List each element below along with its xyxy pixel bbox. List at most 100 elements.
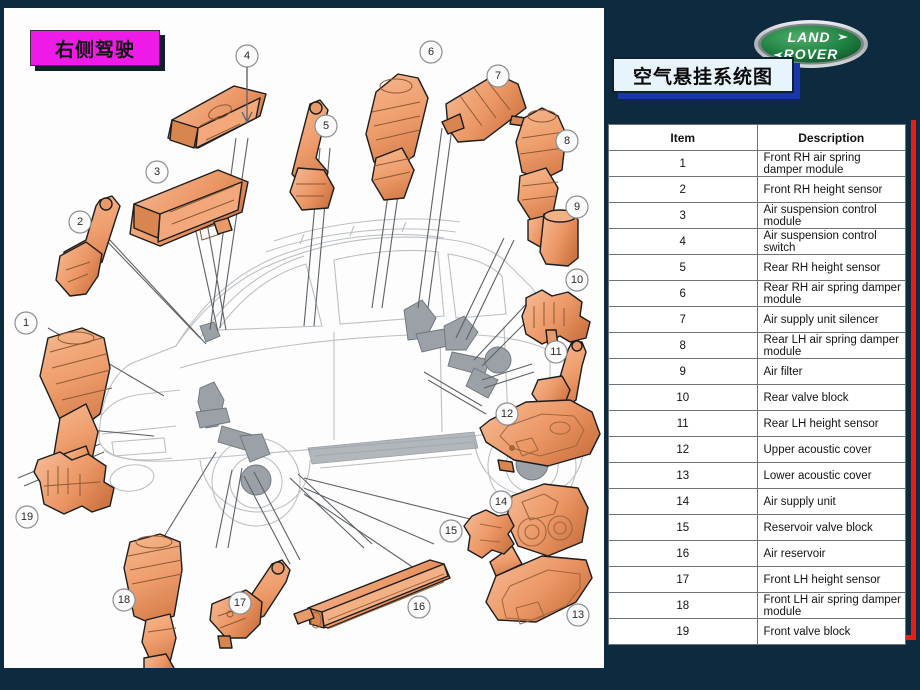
callout-6: 6 [419, 40, 443, 64]
cell-description: Front LH air spring damper module [756, 592, 906, 619]
table-row: 18 Front LH air spring damper module [608, 592, 906, 619]
table-row: 19 Front valve block [608, 618, 906, 645]
parts-table: Item Description 1 Front RH air spring da… [608, 124, 906, 645]
cell-description: Air reservoir [756, 540, 906, 567]
svg-text:9: 9 [574, 201, 580, 213]
cell-item-number: 18 [608, 592, 758, 619]
cell-description: Air suspension control module [756, 202, 906, 229]
table-row: 16 Air reservoir [608, 540, 906, 567]
right-hand-drive-badge: 右侧驾驶 [30, 30, 160, 66]
table-row: 2 Front RH height sensor [608, 176, 906, 203]
cell-item-number: 2 [608, 176, 758, 203]
part-16-air-reservoir [293, 559, 451, 629]
table-header-row: Item Description [608, 124, 906, 151]
column-header-item: Item [608, 124, 758, 151]
svg-text:4: 4 [244, 50, 250, 62]
cell-description: Air supply unit silencer [756, 306, 906, 333]
cell-item-number: 15 [608, 514, 758, 541]
callout-8: 8 [555, 129, 579, 153]
cell-description: Reservoir valve block [756, 514, 906, 541]
table-row: 6 Rear RH air spring damper module [608, 280, 906, 307]
column-header-description: Description [756, 124, 906, 151]
svg-text:7: 7 [495, 70, 501, 82]
exploded-view-diagram: 1 2 3 4 5 6 7 8 9 10 11 12 13 14 15 16 1… [14, 40, 601, 668]
svg-text:19: 19 [21, 511, 33, 523]
table-row: 15 Reservoir valve block [608, 514, 906, 541]
part-9-air-filter [539, 209, 579, 267]
table-row: 4 Air suspension control switch [608, 228, 906, 255]
part-19-front-valve-block [33, 451, 115, 515]
cell-item-number: 13 [608, 462, 758, 489]
table-row: 12 Upper acoustic cover [608, 436, 906, 463]
table-row: 5 Rear RH height sensor [608, 254, 906, 281]
cell-description: Air suspension control switch [756, 228, 906, 255]
parts-group [33, 73, 601, 668]
table-row: 17 Front LH height sensor [608, 566, 906, 593]
svg-text:3: 3 [154, 166, 160, 178]
part-7-air-supply-unit-silencer [441, 73, 527, 143]
parts-table-container: Item Description 1 Front RH air spring da… [608, 124, 906, 645]
cell-description: Front LH height sensor [756, 566, 906, 593]
callout-18: 18 [112, 588, 136, 612]
svg-text:1: 1 [23, 317, 29, 329]
cell-description: Front RH height sensor [756, 176, 906, 203]
cell-description: Front valve block [756, 618, 906, 645]
svg-text:12: 12 [501, 408, 513, 420]
cell-description: Rear RH air spring damper module [756, 280, 906, 307]
cell-description: Upper acoustic cover [756, 436, 906, 463]
slide-root: 1 2 3 4 5 6 7 8 9 10 11 12 13 14 15 16 1… [0, 0, 920, 690]
part-10-rear-valve-block [521, 289, 591, 349]
parts-table-body: 1 Front RH air spring damper module 2 Front… [608, 150, 906, 645]
callout-14: 14 [489, 490, 513, 514]
air-suspension-diagram-panel: 1 2 3 4 5 6 7 8 9 10 11 12 13 14 15 16 1… [4, 8, 604, 668]
svg-text:11: 11 [550, 346, 561, 358]
svg-text:18: 18 [118, 594, 130, 606]
table-row: 9 Air filter [608, 358, 906, 385]
callout-5: 5 [314, 114, 338, 138]
cell-item-number: 17 [608, 566, 758, 593]
table-row: 8 Rear LH air spring damper module [608, 332, 906, 359]
callout-15: 15 [439, 519, 463, 543]
table-row: 13 Lower acoustic cover [608, 462, 906, 489]
cell-item-number: 16 [608, 540, 758, 567]
part-3-air-suspension-control-module [129, 169, 249, 247]
cell-description: Air supply unit [756, 488, 906, 515]
callout-3: 3 [145, 160, 169, 184]
table-row: 11 Rear LH height sensor [608, 410, 906, 437]
cell-description: Rear LH air spring damper module [756, 332, 906, 359]
logo-text-land: LAND [788, 29, 831, 45]
callout-11: 11 [544, 340, 568, 364]
callout-16: 16 [407, 595, 431, 619]
cell-description: Lower acoustic cover [756, 462, 906, 489]
callout-10: 10 [565, 268, 589, 292]
cell-item-number: 1 [608, 150, 758, 177]
cell-item-number: 11 [608, 410, 758, 437]
cell-description: Rear LH height sensor [756, 410, 906, 437]
callout-9: 9 [565, 195, 589, 219]
svg-text:14: 14 [495, 496, 507, 508]
svg-text:10: 10 [571, 274, 583, 286]
page-title: 空气悬挂系统图 [612, 57, 794, 93]
svg-text:6: 6 [428, 46, 434, 58]
table-row: 14 Air supply unit [608, 488, 906, 515]
callout-19: 19 [15, 505, 39, 529]
cell-description: Front RH air spring damper module [756, 150, 906, 177]
svg-text:8: 8 [564, 135, 570, 147]
cell-item-number: 8 [608, 332, 758, 359]
cell-item-number: 5 [608, 254, 758, 281]
cell-description: Rear RH height sensor [756, 254, 906, 281]
cell-item-number: 7 [608, 306, 758, 333]
callout-7: 7 [486, 64, 510, 88]
cell-item-number: 4 [608, 228, 758, 255]
cell-item-number: 9 [608, 358, 758, 385]
part-2-front-rh-height-sensor [55, 195, 121, 297]
part-15-reservoir-valve-block [463, 509, 515, 559]
callout-12: 12 [495, 402, 519, 426]
callout-1: 1 [14, 311, 38, 335]
vehicle-outline [98, 218, 585, 527]
table-row: 1 Front RH air spring damper module [608, 150, 906, 177]
table-row: 3 Air suspension control module [608, 202, 906, 229]
svg-text:13: 13 [572, 609, 584, 621]
cell-description: Rear valve block [756, 384, 906, 411]
cell-item-number: 19 [608, 618, 758, 645]
